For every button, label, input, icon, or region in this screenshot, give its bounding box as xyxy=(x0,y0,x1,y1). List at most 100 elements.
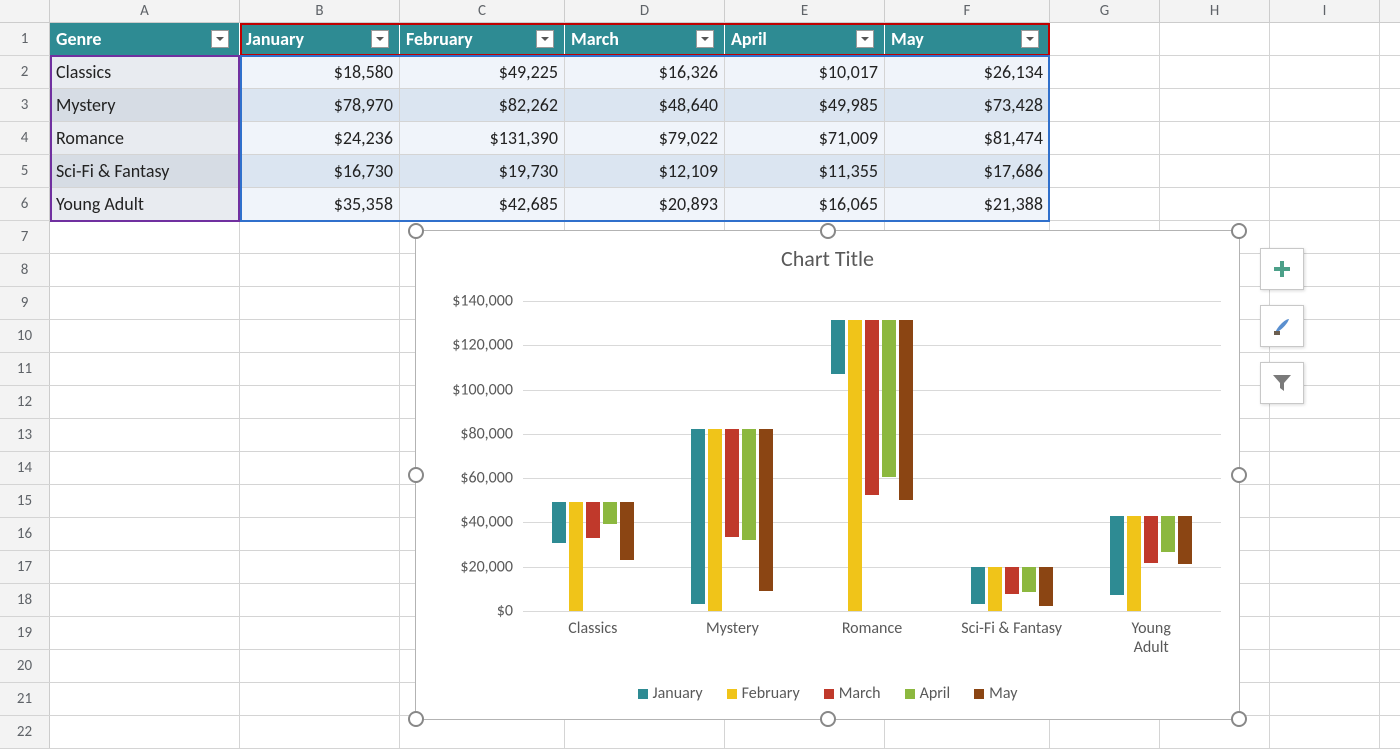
empty-cell[interactable] xyxy=(240,551,400,583)
empty-cell[interactable] xyxy=(50,683,240,715)
empty-cell[interactable] xyxy=(1270,122,1380,154)
empty-cell[interactable] xyxy=(1270,683,1380,715)
bar[interactable] xyxy=(848,320,862,611)
legend-item[interactable]: January xyxy=(638,684,703,703)
row-header-16[interactable]: 16 xyxy=(0,518,50,550)
bar[interactable] xyxy=(1161,516,1175,552)
column-header-F[interactable]: F xyxy=(885,0,1050,22)
table-cell-value[interactable]: $11,355 xyxy=(725,155,885,187)
bar[interactable] xyxy=(1110,516,1124,594)
row-header-9[interactable]: 9 xyxy=(0,287,50,319)
select-all-corner[interactable] xyxy=(0,0,50,22)
empty-cell[interactable] xyxy=(50,386,240,418)
resize-handle-e[interactable] xyxy=(1231,467,1247,483)
row-header-18[interactable]: 18 xyxy=(0,584,50,616)
empty-cell[interactable] xyxy=(240,650,400,682)
row-header-4[interactable]: 4 xyxy=(0,122,50,154)
empty-cell[interactable] xyxy=(1270,56,1380,88)
bar[interactable] xyxy=(742,429,756,540)
row-header-10[interactable]: 10 xyxy=(0,320,50,352)
empty-cell[interactable] xyxy=(1270,551,1380,583)
row-header-5[interactable]: 5 xyxy=(0,155,50,187)
empty-cell[interactable] xyxy=(240,485,400,517)
empty-cell[interactable] xyxy=(1050,89,1160,121)
column-header-H[interactable]: H xyxy=(1160,0,1270,22)
empty-cell[interactable] xyxy=(240,518,400,550)
row-header-19[interactable]: 19 xyxy=(0,617,50,649)
row-header-3[interactable]: 3 xyxy=(0,89,50,121)
table-cell-value[interactable]: $42,685 xyxy=(400,188,565,220)
bar[interactable] xyxy=(1005,567,1019,594)
row-header-15[interactable]: 15 xyxy=(0,485,50,517)
empty-cell[interactable] xyxy=(1270,485,1380,517)
empty-cell[interactable] xyxy=(50,617,240,649)
empty-cell[interactable] xyxy=(1050,122,1160,154)
empty-cell[interactable] xyxy=(50,551,240,583)
table-cell-value[interactable]: $16,730 xyxy=(240,155,400,187)
table-cell-value[interactable]: $49,985 xyxy=(725,89,885,121)
table-header-cell[interactable]: January xyxy=(240,23,400,55)
table-row-genre[interactable]: Sci-Fi & Fantasy xyxy=(50,155,240,187)
chart-filters-button[interactable] xyxy=(1260,362,1304,404)
plot-area[interactable]: $0$20,000$40,000$60,000$80,000$100,000$1… xyxy=(441,301,1221,611)
bar[interactable] xyxy=(586,502,600,538)
row-header-7[interactable]: 7 xyxy=(0,221,50,253)
column-header-A[interactable]: A xyxy=(50,0,240,22)
empty-cell[interactable] xyxy=(50,287,240,319)
empty-cell[interactable] xyxy=(240,254,400,286)
table-cell-value[interactable]: $71,009 xyxy=(725,122,885,154)
table-cell-value[interactable]: $19,730 xyxy=(400,155,565,187)
filter-dropdown-button[interactable] xyxy=(1021,30,1039,48)
empty-cell[interactable] xyxy=(240,320,400,352)
empty-cell[interactable] xyxy=(240,716,400,748)
column-header-D[interactable]: D xyxy=(565,0,725,22)
empty-cell[interactable] xyxy=(1050,188,1160,220)
empty-cell[interactable] xyxy=(1160,56,1270,88)
column-header-G[interactable]: G xyxy=(1050,0,1160,22)
empty-cell[interactable] xyxy=(1160,155,1270,187)
empty-cell[interactable] xyxy=(1270,188,1380,220)
resize-handle-w[interactable] xyxy=(408,467,424,483)
row-header-20[interactable]: 20 xyxy=(0,650,50,682)
column-header-C[interactable]: C xyxy=(400,0,565,22)
empty-cell[interactable] xyxy=(50,584,240,616)
bar[interactable] xyxy=(569,502,583,611)
table-row-genre[interactable]: Mystery xyxy=(50,89,240,121)
empty-cell[interactable] xyxy=(50,419,240,451)
bar[interactable] xyxy=(971,567,985,604)
table-row-genre[interactable]: Romance xyxy=(50,122,240,154)
table-cell-value[interactable]: $16,326 xyxy=(565,56,725,88)
bar[interactable] xyxy=(865,320,879,495)
table-cell-value[interactable]: $79,022 xyxy=(565,122,725,154)
row-header-6[interactable]: 6 xyxy=(0,188,50,220)
bar[interactable] xyxy=(620,502,634,560)
table-header-cell[interactable]: May xyxy=(885,23,1050,55)
legend-item[interactable]: April xyxy=(905,684,951,703)
bar[interactable] xyxy=(882,320,896,477)
bar[interactable] xyxy=(1178,516,1192,563)
empty-cell[interactable] xyxy=(1160,188,1270,220)
embedded-chart[interactable]: Chart Title $0$20,000$40,000$60,000$80,0… xyxy=(415,230,1240,720)
bar[interactable] xyxy=(552,502,566,543)
row-header-17[interactable]: 17 xyxy=(0,551,50,583)
resize-handle-ne[interactable] xyxy=(1231,223,1247,239)
resize-handle-sw[interactable] xyxy=(408,711,424,727)
row-header-11[interactable]: 11 xyxy=(0,353,50,385)
bar[interactable] xyxy=(1127,516,1141,611)
table-cell-value[interactable]: $21,388 xyxy=(885,188,1050,220)
table-cell-value[interactable]: $20,893 xyxy=(565,188,725,220)
table-header-cell[interactable]: February xyxy=(400,23,565,55)
column-header-B[interactable]: B xyxy=(240,0,400,22)
chart-legend[interactable]: JanuaryFebruaryMarchAprilMay xyxy=(416,684,1239,703)
empty-cell[interactable] xyxy=(240,617,400,649)
empty-cell[interactable] xyxy=(50,254,240,286)
filter-dropdown-button[interactable] xyxy=(371,30,389,48)
row-header-14[interactable]: 14 xyxy=(0,452,50,484)
table-cell-value[interactable]: $12,109 xyxy=(565,155,725,187)
table-header-cell[interactable]: Genre xyxy=(50,23,240,55)
empty-cell[interactable] xyxy=(1270,716,1380,748)
table-cell-value[interactable]: $49,225 xyxy=(400,56,565,88)
bar[interactable] xyxy=(988,567,1002,611)
empty-cell[interactable] xyxy=(50,452,240,484)
bar[interactable] xyxy=(1039,567,1053,606)
